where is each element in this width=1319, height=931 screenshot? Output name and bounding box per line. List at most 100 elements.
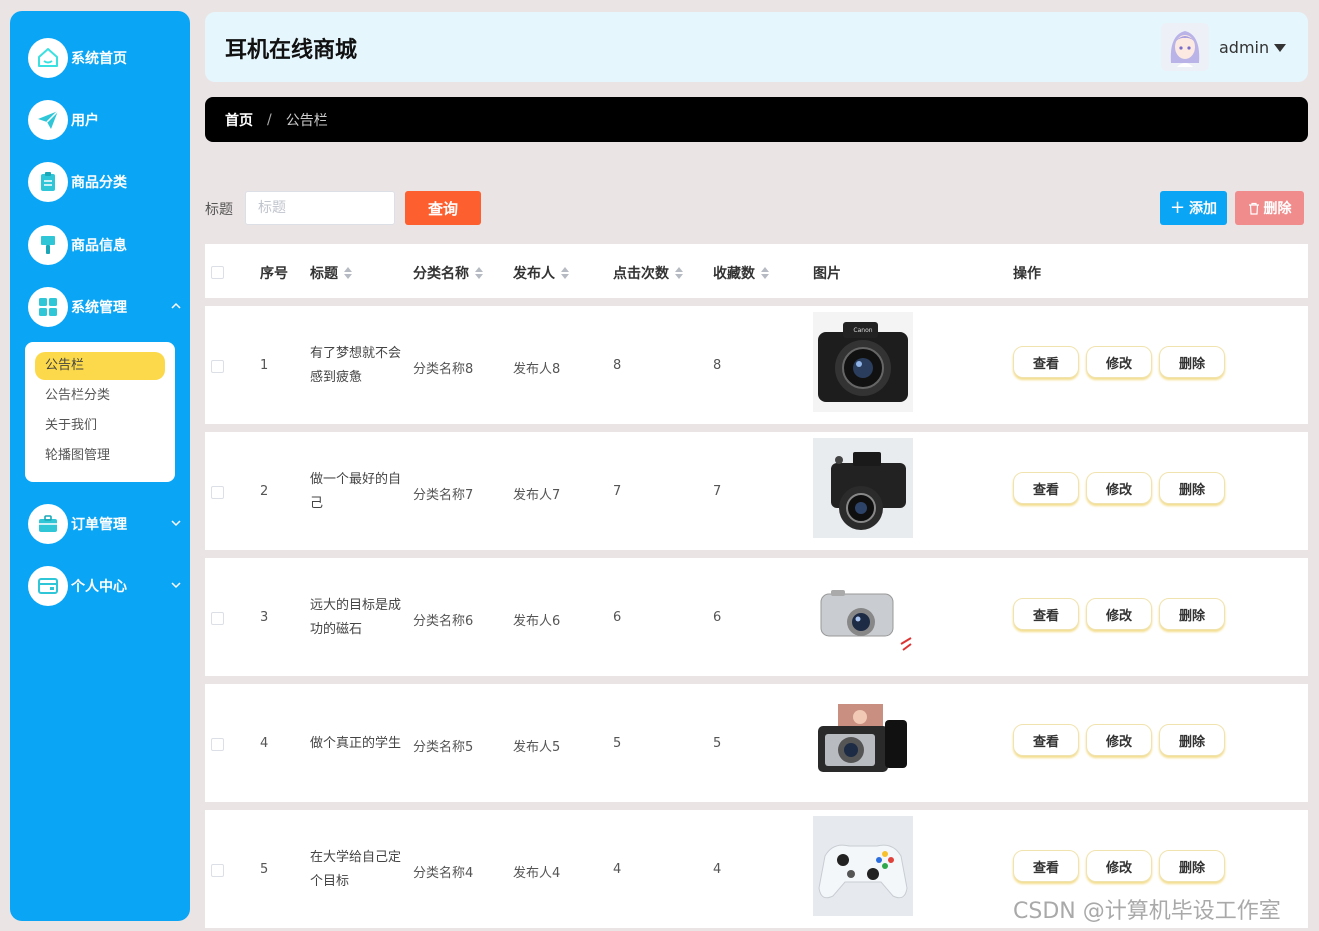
submenu-item-notice-category[interactable]: 公告栏分类 bbox=[35, 382, 165, 410]
top-header: 耳机在线商城 admin bbox=[205, 12, 1308, 82]
search-input[interactable] bbox=[245, 191, 395, 225]
delete-button[interactable]: 删除 bbox=[1159, 724, 1225, 756]
breadcrumb: 首页 / 公告栏 bbox=[205, 97, 1308, 142]
submenu-item-notice[interactable]: 公告栏 bbox=[35, 352, 165, 380]
clipboard-icon bbox=[28, 162, 68, 202]
view-button[interactable]: 查看 bbox=[1013, 346, 1079, 378]
row-checkbox[interactable] bbox=[211, 486, 224, 499]
sort-icon bbox=[675, 267, 683, 279]
product-image-camera-retro bbox=[813, 438, 913, 538]
sidebar-item-label: 订单管理 bbox=[71, 517, 127, 533]
sidebar-item-products[interactable]: 商品信息 bbox=[28, 225, 183, 265]
add-button[interactable]: + 添加 bbox=[1160, 191, 1227, 225]
submenu-item-about[interactable]: 关于我们 bbox=[35, 412, 165, 440]
sort-icon bbox=[344, 267, 352, 279]
row-clicks: 5 bbox=[613, 736, 622, 751]
plus-icon: + bbox=[1169, 197, 1186, 218]
sidebar-item-profile[interactable]: 个人中心 bbox=[28, 566, 183, 606]
column-publisher[interactable]: 发布人 bbox=[513, 263, 569, 283]
row-title: 在大学给自己定个目标 bbox=[310, 850, 402, 889]
row-favorites: 8 bbox=[713, 358, 722, 373]
avatar[interactable] bbox=[1161, 23, 1209, 71]
row-favorites: 4 bbox=[713, 862, 722, 877]
view-button[interactable]: 查看 bbox=[1013, 472, 1079, 504]
column-favorites[interactable]: 收藏数 bbox=[713, 263, 769, 283]
row-checkbox[interactable] bbox=[211, 864, 224, 877]
view-button[interactable]: 查看 bbox=[1013, 598, 1079, 630]
sidebar-item-system[interactable]: 系统管理 bbox=[28, 287, 183, 327]
sidebar-item-label: 系统管理 bbox=[71, 300, 127, 316]
row-checkbox[interactable] bbox=[211, 360, 224, 373]
sidebar-item-label: 商品分类 bbox=[71, 175, 127, 191]
edit-button[interactable]: 修改 bbox=[1086, 724, 1152, 756]
row-clicks: 8 bbox=[613, 358, 622, 373]
view-button[interactable]: 查看 bbox=[1013, 724, 1079, 756]
app-title: 耳机在线商城 bbox=[225, 38, 358, 63]
table-row: 1 有了梦想就不会感到疲惫 分类名称8 发布人8 8 8 Canon 查看 修改… bbox=[205, 306, 1308, 424]
user-name[interactable]: admin bbox=[1219, 38, 1269, 57]
row-publisher: 发布人7 bbox=[513, 488, 561, 503]
breadcrumb-current: 公告栏 bbox=[285, 112, 328, 129]
submenu-item-carousel[interactable]: 轮播图管理 bbox=[35, 442, 165, 470]
row-favorites: 5 bbox=[713, 736, 722, 751]
query-button[interactable]: 查询 bbox=[405, 191, 481, 225]
row-index: 2 bbox=[260, 484, 269, 499]
sidebar-item-orders[interactable]: 订单管理 bbox=[28, 504, 183, 544]
row-category: 分类名称8 bbox=[413, 362, 474, 377]
column-index: 序号 bbox=[260, 266, 288, 282]
row-checkbox[interactable] bbox=[211, 738, 224, 751]
row-clicks: 4 bbox=[613, 862, 622, 877]
delete-button[interactable]: 删除 bbox=[1159, 346, 1225, 378]
card-icon bbox=[28, 566, 68, 606]
trash-icon bbox=[1248, 202, 1259, 215]
row-publisher: 发布人5 bbox=[513, 740, 561, 755]
row-checkbox[interactable] bbox=[211, 612, 224, 625]
edit-button[interactable]: 修改 bbox=[1086, 346, 1152, 378]
table-row: 2 做一个最好的自己 分类名称7 发布人7 7 7 查看 修改 删除 bbox=[205, 432, 1308, 550]
row-clicks: 7 bbox=[613, 484, 622, 499]
product-image-game-controller bbox=[813, 816, 913, 916]
paper-plane-icon bbox=[28, 100, 68, 140]
add-button-label: 添加 bbox=[1189, 201, 1218, 217]
edit-button[interactable]: 修改 bbox=[1086, 850, 1152, 882]
row-index: 3 bbox=[260, 610, 269, 625]
sort-icon bbox=[761, 267, 769, 279]
select-all-checkbox[interactable] bbox=[211, 266, 224, 279]
sidebar: 系统首页 用户 商品分类 商品信息 系统管理 公告栏 公告栏分类 关于我们 轮播… bbox=[10, 11, 190, 921]
row-category: 分类名称6 bbox=[413, 614, 474, 629]
sidebar-item-users[interactable]: 用户 bbox=[28, 100, 183, 140]
sidebar-item-label: 系统首页 bbox=[71, 51, 127, 67]
sort-icon bbox=[475, 267, 483, 279]
column-category[interactable]: 分类名称 bbox=[413, 263, 483, 283]
row-category: 分类名称4 bbox=[413, 866, 474, 881]
column-clicks[interactable]: 点击次数 bbox=[613, 263, 683, 283]
home-icon bbox=[28, 38, 68, 78]
briefcase-icon bbox=[28, 504, 68, 544]
column-actions: 操作 bbox=[1013, 266, 1041, 282]
breadcrumb-separator: / bbox=[267, 111, 272, 128]
row-category: 分类名称5 bbox=[413, 740, 474, 755]
delete-button[interactable]: 删除 bbox=[1159, 598, 1225, 630]
view-button[interactable]: 查看 bbox=[1013, 850, 1079, 882]
row-index: 1 bbox=[260, 358, 269, 373]
sidebar-item-label: 用户 bbox=[71, 113, 99, 129]
caret-down-icon[interactable] bbox=[1274, 44, 1286, 52]
row-publisher: 发布人4 bbox=[513, 866, 561, 881]
delete-button[interactable]: 删除 bbox=[1159, 850, 1225, 882]
edit-button[interactable]: 修改 bbox=[1086, 472, 1152, 504]
chevron-down-icon bbox=[171, 520, 181, 527]
batch-delete-label: 删除 bbox=[1263, 201, 1292, 217]
grid-icon bbox=[28, 287, 68, 327]
sidebar-item-label: 个人中心 bbox=[71, 579, 127, 595]
delete-button[interactable]: 删除 bbox=[1159, 472, 1225, 504]
brush-icon bbox=[28, 225, 68, 265]
column-title[interactable]: 标题 bbox=[310, 263, 352, 283]
row-favorites: 6 bbox=[713, 610, 722, 625]
row-publisher: 发布人6 bbox=[513, 614, 561, 629]
edit-button[interactable]: 修改 bbox=[1086, 598, 1152, 630]
sidebar-item-home[interactable]: 系统首页 bbox=[28, 38, 183, 78]
watermark: CSDN @计算机毕设工作室 bbox=[1013, 899, 1281, 924]
breadcrumb-home[interactable]: 首页 bbox=[225, 110, 253, 130]
sidebar-item-categories[interactable]: 商品分类 bbox=[28, 162, 183, 202]
batch-delete-button[interactable]: 删除 bbox=[1235, 191, 1304, 225]
